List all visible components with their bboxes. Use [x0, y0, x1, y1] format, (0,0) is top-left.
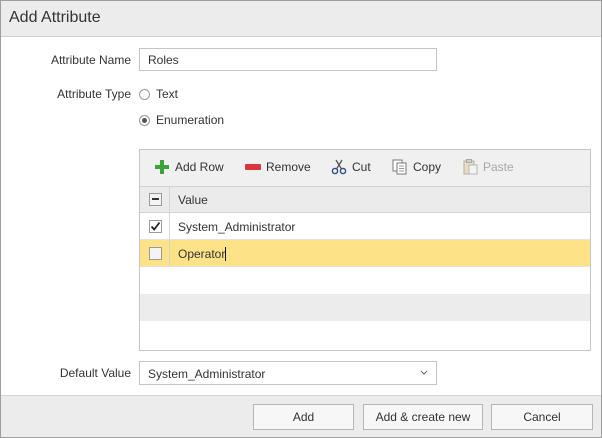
radio-text[interactable]: Text [139, 87, 178, 101]
attribute-type-label: Attribute Type [57, 87, 131, 101]
copy-icon [392, 159, 408, 175]
add-attribute-dialog: Add Attribute Attribute Name Attribute T… [0, 0, 602, 438]
copy-label: Copy [413, 160, 442, 174]
row-value[interactable]: System_Administrator [178, 220, 295, 234]
dialog-title: Add Attribute [9, 9, 101, 26]
table-row[interactable]: System_Administrator [140, 213, 590, 240]
header-check-cell [140, 187, 170, 212]
default-value-select[interactable]: System_Administrator [139, 361, 437, 385]
plus-icon [154, 159, 170, 175]
cut-button[interactable]: Cut [331, 159, 371, 175]
enumeration-grid: Add Row Remove Cut Copy Paste Value Syst… [139, 149, 591, 351]
grid-toolbar: Add Row Remove Cut Copy Paste [140, 150, 590, 187]
radio-enumeration-label: Enumeration [156, 113, 225, 127]
table-row[interactable]: Operator [140, 240, 590, 267]
attribute-name-label: Attribute Name [50, 53, 131, 67]
row-check-cell [140, 240, 170, 266]
text-caret [225, 247, 227, 261]
title-bar: Add Attribute [1, 1, 601, 37]
add-row-button[interactable]: Add Row [154, 159, 224, 175]
radio-text-label: Text [156, 87, 179, 101]
check-icon [150, 221, 161, 231]
radio-text-button[interactable] [139, 88, 150, 100]
empty-row [140, 267, 590, 294]
radio-enumeration[interactable]: Enumeration [139, 113, 224, 127]
paste-label: Paste [483, 160, 514, 174]
paste-icon [462, 159, 478, 175]
minus-icon [245, 159, 261, 175]
select-all-checkbox[interactable] [149, 193, 162, 206]
row-value-editing[interactable]: Operator [178, 247, 227, 261]
attribute-name-input[interactable] [139, 48, 437, 71]
add-button[interactable]: Add [253, 404, 354, 430]
row-checkbox[interactable] [149, 247, 162, 260]
add-row-label: Add Row [175, 160, 224, 174]
radio-enumeration-button[interactable] [139, 114, 150, 126]
row-value-text: Operator [178, 247, 226, 261]
value-column-header: Value [178, 193, 208, 207]
remove-button[interactable]: Remove [245, 159, 311, 175]
cancel-button[interactable]: Cancel [491, 404, 593, 430]
scissors-icon [331, 159, 347, 175]
copy-button[interactable]: Copy [392, 159, 441, 175]
dialog-footer: Add Add & create new Cancel [1, 395, 601, 437]
empty-row [140, 321, 590, 348]
default-value-selected: System_Administrator [148, 367, 266, 381]
remove-label: Remove [266, 160, 311, 174]
empty-row [140, 294, 590, 321]
grid-header: Value [140, 187, 590, 213]
row-checkbox[interactable] [149, 220, 162, 233]
paste-button[interactable]: Paste [462, 159, 514, 175]
default-value-label: Default Value [59, 366, 131, 380]
row-check-cell [140, 213, 170, 239]
cut-label: Cut [352, 160, 371, 174]
add-create-new-button[interactable]: Add & create new [363, 404, 483, 430]
chevron-down-icon [419, 366, 429, 378]
